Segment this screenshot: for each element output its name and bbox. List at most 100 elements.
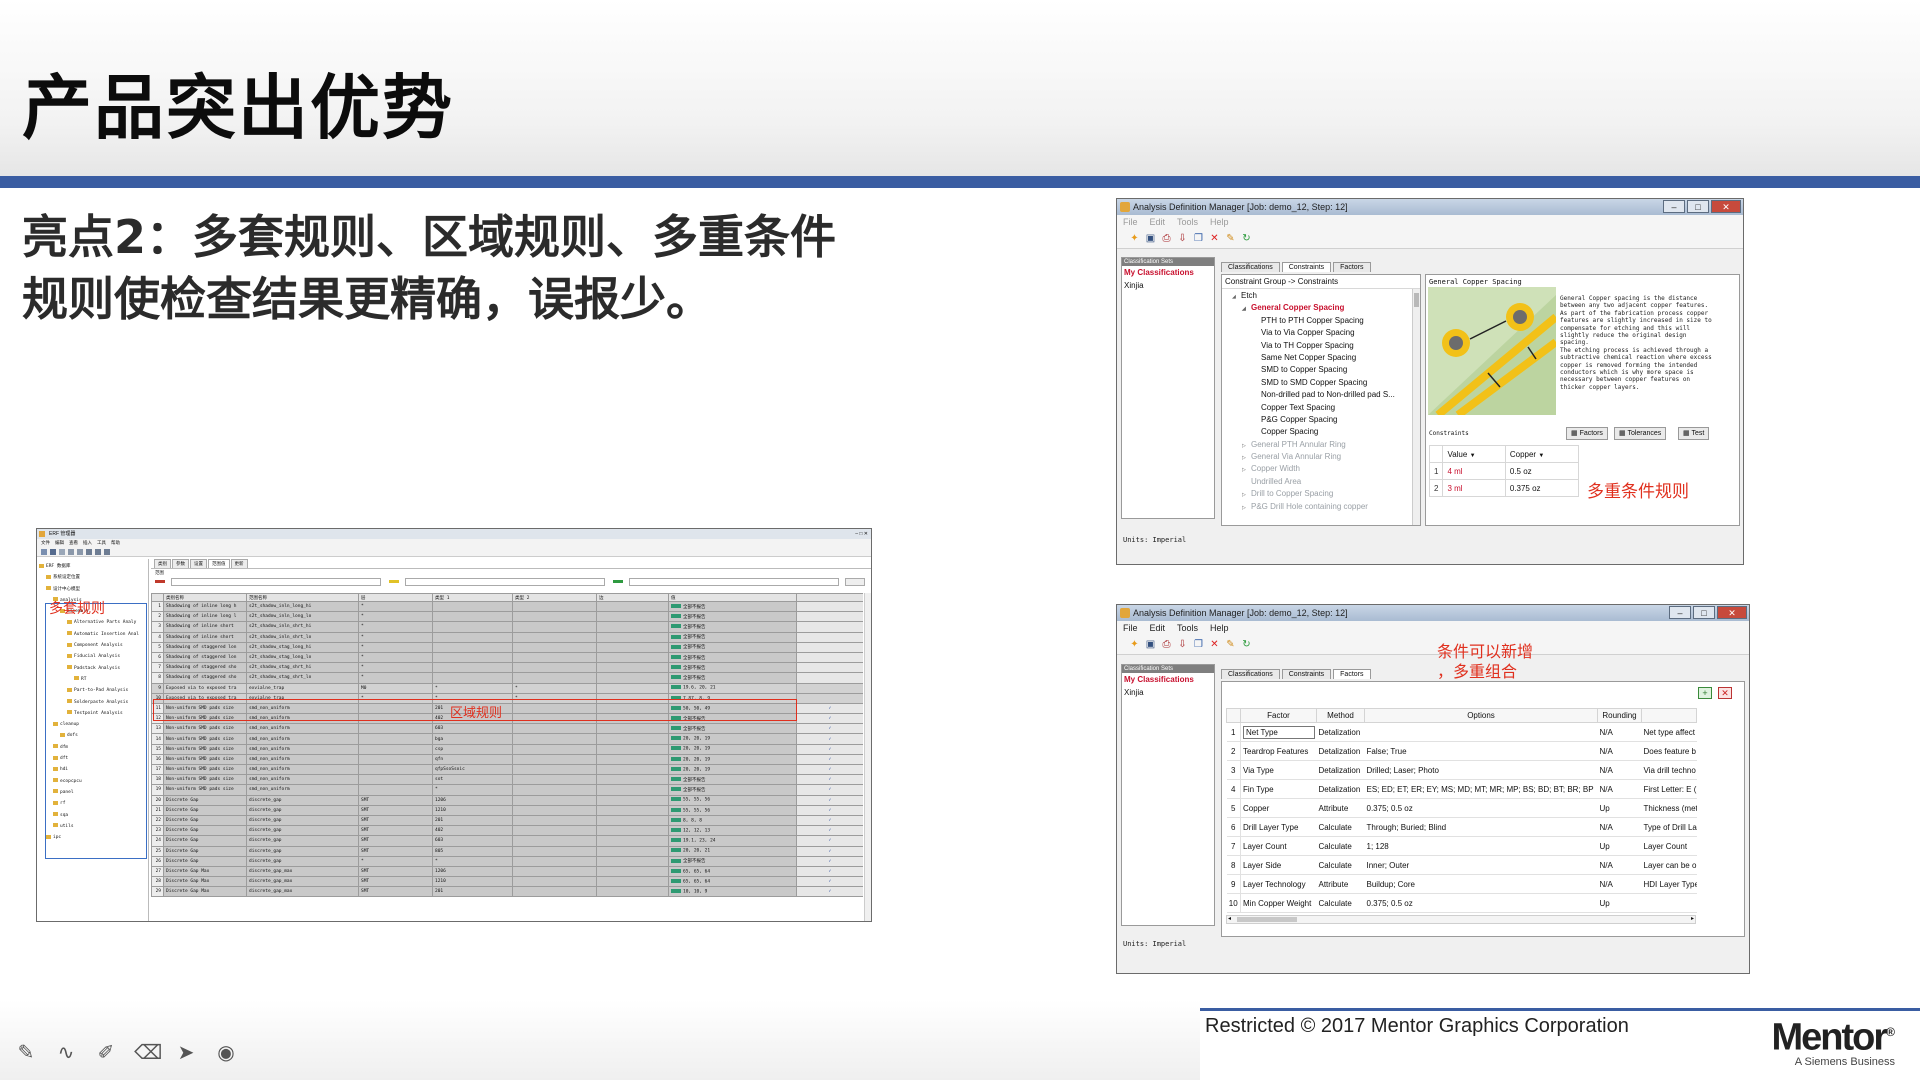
erf-cell-cat[interactable]: Discrete Gap Max: [163, 886, 247, 898]
pen-icon[interactable]: ✎: [14, 1040, 38, 1064]
erf-cell-t1[interactable]: 1206: [432, 794, 513, 806]
erf-rule-row[interactable]: 25 Discrete Gap discrete_gap SMT 805 20, 20, …: [151, 845, 863, 857]
erf-cell-edge[interactable]: [596, 723, 669, 735]
erf-rule-row[interactable]: 29 Discrete Gap Max discrete_gap_max SMT 201…: [151, 886, 863, 898]
erf-cell-chk[interactable]: ✓: [796, 794, 863, 806]
erf-cell-val[interactable]: 全部不报告: [668, 611, 797, 623]
my-classifications[interactable]: My Classifications: [1122, 673, 1214, 686]
erf-cell-cat[interactable]: Non-uniform SMD pads size: [163, 753, 247, 766]
constraint-tree-item[interactable]: Non-drilled pad to Non-drilled pad S...: [1222, 389, 1420, 401]
minimize-button[interactable]: –: [1669, 606, 1691, 619]
delete-icon[interactable]: ✕: [1209, 233, 1220, 244]
erf-cell-cat[interactable]: Discrete Gap: [163, 814, 247, 827]
erf-column-header[interactable]: 类别名称: [163, 593, 247, 602]
erf-cell-lyr[interactable]: SMT: [358, 794, 433, 806]
erf-rule-row[interactable]: 23 Discrete Gap discrete_gap SMT 402 12, 12, …: [151, 825, 863, 837]
rounding-cell[interactable]: N/A: [1597, 741, 1642, 761]
erf-rule-row[interactable]: 9 Exposed via to exposed tra exvialne_trap…: [151, 682, 863, 694]
factor-column-header[interactable]: Factor: [1240, 708, 1317, 723]
factor-row[interactable]: 9 Layer Technology Attribute Buildup; Core N…: [1226, 874, 1697, 894]
options-cell[interactable]: Through; Buried; Blind: [1364, 817, 1598, 837]
erf-cell-t1[interactable]: [432, 621, 513, 633]
erf-cell-lyr[interactable]: *: [358, 631, 433, 643]
refresh-icon[interactable]: ↻: [1241, 233, 1252, 244]
erf-cell-chk[interactable]: [796, 621, 863, 633]
filter-icon[interactable]: [86, 548, 92, 555]
rounding-cell[interactable]: N/A: [1597, 722, 1642, 742]
options-cell[interactable]: 0.375; 0.5 oz: [1364, 798, 1598, 818]
constraint-row[interactable]: 23 ml 0.375 oz: [1428, 479, 1580, 497]
description-cell[interactable]: Via drill techno: [1641, 760, 1697, 780]
options-cell[interactable]: ES; ED; ET; ER; EY; MS; MD; MT; MR; MP; …: [1364, 779, 1598, 799]
rounding-cell[interactable]: N/A: [1597, 855, 1642, 875]
erf-cell-lyr[interactable]: SMT: [358, 814, 433, 827]
erf-cell-rng[interactable]: s2t_shadow_inln_shrt_lo: [246, 631, 359, 643]
erf-cell-cat[interactable]: Non-uniform SMD pads size: [163, 743, 247, 755]
erf-column-header[interactable]: 边: [596, 593, 669, 602]
erf-cell-cat[interactable]: Shadowing of staggered lon: [163, 641, 247, 653]
erf-cell-rng[interactable]: s2t_shadow_stag_long_lo: [246, 651, 359, 664]
erf-cell-t2[interactable]: *: [512, 682, 597, 694]
factor-row[interactable]: 1 Net Type Detalization N/A Net type affect: [1226, 722, 1697, 742]
description-cell[interactable]: Does feature b: [1641, 741, 1697, 761]
erf-rule-row[interactable]: 22 Discrete Gap discrete_gap SMT 201 8, 8, 8 ✓: [151, 814, 863, 827]
erf-cell-cat[interactable]: Discrete Gap Max: [163, 865, 247, 878]
method-cell[interactable]: Detalization: [1316, 760, 1365, 780]
erf-cell-t2[interactable]: [512, 631, 597, 643]
constraint-tree-item[interactable]: ◢ Etch: [1222, 290, 1420, 302]
erf-cell-val[interactable]: 全部不报告: [668, 723, 797, 735]
erf-cell-lyr[interactable]: *: [358, 651, 433, 664]
erf-menu-item[interactable]: 工具: [97, 539, 106, 547]
menu-tools[interactable]: Tools: [1177, 215, 1198, 229]
erf-cell-rng[interactable]: smd_non_uniform: [246, 723, 359, 735]
method-cell[interactable]: Detalization: [1316, 722, 1365, 742]
erf-cell-edge[interactable]: [596, 753, 669, 766]
erf-cell-chk[interactable]: ✓: [796, 804, 863, 816]
erf-cell-chk[interactable]: ✓: [796, 876, 863, 888]
erf-cell-cat[interactable]: Discrete Gap: [163, 835, 247, 847]
highlighter-icon[interactable]: ✐: [94, 1040, 118, 1064]
erf-cell-lyr[interactable]: *: [358, 662, 433, 674]
erf-cell-chk[interactable]: ✓: [796, 814, 863, 827]
rounding-cell[interactable]: N/A: [1597, 817, 1642, 837]
erf-cell-t2[interactable]: [512, 611, 597, 623]
erf-cell-edge[interactable]: [596, 794, 669, 806]
erf-cell-cat[interactable]: Discrete Gap Max: [163, 876, 247, 888]
erf-cell-chk[interactable]: ✓: [796, 753, 863, 766]
erf-cell-val[interactable]: 全部不报告: [668, 651, 797, 664]
erf-cell-chk[interactable]: [796, 600, 863, 613]
erf-rule-row[interactable]: 8 Shadowing of staggered sho s2t_shadow_st…: [151, 672, 863, 684]
erf-cell-t1[interactable]: [432, 662, 513, 674]
erf-cell-edge[interactable]: [596, 682, 669, 694]
erf-cell-rng[interactable]: s2t_shadow_stag_shrt_hi: [246, 662, 359, 674]
erf-cell-val[interactable]: 20, 20, 19: [668, 763, 797, 776]
factors-button[interactable]: ▦ Factors: [1566, 427, 1608, 440]
new-star-icon[interactable]: ✦: [1129, 233, 1140, 244]
erf-column-header[interactable]: 层: [358, 593, 433, 602]
tree-scroll-thumb[interactable]: [1414, 293, 1419, 307]
erf-cell-cat[interactable]: Shadowing of inline short: [163, 621, 247, 633]
erf-cell-t1[interactable]: 1206: [432, 865, 513, 878]
erf-cell-t1[interactable]: 1210: [432, 804, 513, 816]
constraint-tree-item[interactable]: SMD to SMD Copper Spacing: [1222, 377, 1420, 389]
erf-cell-t1[interactable]: *: [432, 682, 513, 694]
method-cell[interactable]: Attribute: [1316, 798, 1365, 818]
rounding-cell[interactable]: Up: [1597, 798, 1642, 818]
erf-tree-item[interactable]: ERF 数据库: [37, 561, 148, 572]
filter-field-1[interactable]: [171, 578, 381, 586]
constraint-tree-item[interactable]: ▷ Drill to Copper Spacing: [1222, 488, 1420, 500]
erf-cell-t2[interactable]: [512, 794, 597, 806]
erf-cell-t2[interactable]: [512, 723, 597, 735]
erf-cell-val[interactable]: 全部不报告: [668, 784, 797, 796]
erf-cell-t1[interactable]: 1210: [432, 876, 513, 888]
erf-cell-rng[interactable]: discrete_gap: [246, 804, 359, 816]
erf-cell-t2[interactable]: [512, 621, 597, 633]
erf-cell-val[interactable]: 12, 12, 13: [668, 825, 797, 837]
erf-cell-rng[interactable]: discrete_gap_max: [246, 886, 359, 898]
erf-cell-rng[interactable]: discrete_gap: [246, 845, 359, 857]
menu-help[interactable]: Help: [1210, 215, 1229, 229]
factor-row[interactable]: 3 Via Type Detalization Drilled; Laser; Pho…: [1226, 760, 1697, 780]
erf-cell-chk[interactable]: ✓: [796, 855, 863, 867]
tree-expand-icon[interactable]: ▷: [1242, 464, 1251, 475]
classification-user-item[interactable]: Xinjia: [1122, 686, 1214, 699]
